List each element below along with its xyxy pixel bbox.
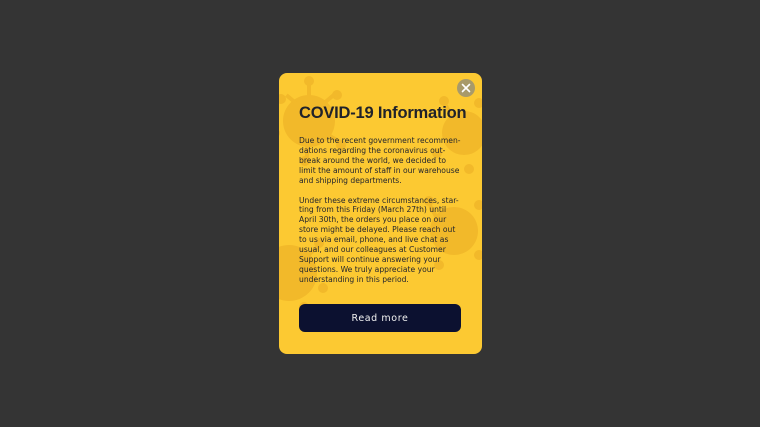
modal-title: COVID-19 Information: [299, 104, 467, 122]
paragraph-line: Support will continue answering your: [299, 254, 441, 264]
paragraph-line: April 30th, the orders you place on our: [299, 215, 447, 225]
paragraph-line: Under these extreme circumstances, star-: [299, 195, 459, 205]
paragraph-line: limit the amount of staff in our warehou…: [299, 165, 460, 175]
close-button[interactable]: [457, 79, 475, 97]
paragraph-line: break around the world, we decided to: [299, 155, 447, 165]
paragraph-line: questions. We truly appreciate your: [299, 264, 435, 274]
paragraph-line: store might be delayed. Please reach out: [299, 225, 456, 235]
backdrop: COVID-19 Information Due to the recent g…: [0, 0, 760, 427]
paragraph-line: usual, and our colleagues at Customer: [299, 245, 446, 255]
covid-info-modal: COVID-19 Information Due to the recent g…: [279, 73, 482, 354]
paragraph-line: Due to the recent government recommen-: [299, 136, 461, 145]
paragraph-line: understanding in this period.: [299, 274, 409, 284]
close-icon: [461, 83, 471, 93]
paragraph-delay-notice: Under these extreme circumstances, star-…: [299, 196, 462, 285]
paragraph-line: ting from this Friday (March 27th) until: [299, 205, 447, 215]
paragraph-line: dations regarding the coronavirus out-: [299, 145, 446, 155]
paragraph-line: to us via email, phone, and live chat as: [299, 235, 449, 245]
paragraph-line: and shipping departments.: [299, 175, 402, 185]
paragraph-staff-notice: Due to the recent government recommen- d…: [299, 136, 462, 186]
read-more-button[interactable]: Read more: [299, 304, 461, 332]
